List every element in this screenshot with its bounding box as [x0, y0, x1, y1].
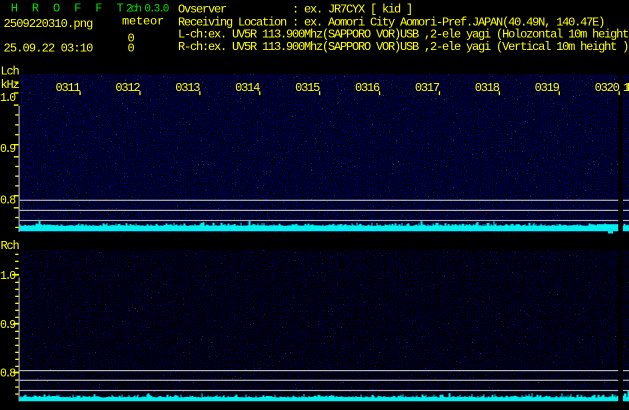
svg-text:0320: 0320	[595, 81, 620, 95]
svg-text:0312: 0312	[115, 81, 140, 95]
svg-text:Ovserver : ex. JR7CY: Ovserver : ex. JR7CYX [ kid ]	[178, 3, 412, 17]
svg-text:0314: 0314	[235, 81, 260, 95]
svg-text:0.8: 0.8	[0, 368, 16, 381]
svg-text:Rch: Rch	[1, 239, 20, 253]
svg-text:0: 0	[128, 42, 135, 56]
svg-text:0319: 0319	[535, 81, 560, 95]
svg-text:kHz: kHz	[1, 78, 20, 92]
svg-text:1.0: 1.0	[0, 270, 16, 283]
svg-text:0318: 0318	[475, 81, 500, 95]
svg-text:1.0: 1.0	[0, 92, 16, 105]
svg-text:25.09.22 03:10: 25.09.22 03:10	[4, 42, 94, 56]
svg-text:0.9: 0.9	[0, 319, 16, 332]
svg-text:0311: 0311	[55, 81, 80, 95]
svg-text:H R O F F T: H R O F F T	[11, 2, 124, 16]
svg-text:Lch: Lch	[1, 65, 20, 79]
svg-text:R-ch:ex. UV5R 113.900Mhz(SAPPO: R-ch:ex. UV5R 113.900Mhz(SAPPORO VOR)USB…	[178, 40, 628, 54]
svg-text:0316: 0316	[355, 81, 380, 95]
svg-text:2509220310.png: 2509220310.png	[4, 17, 94, 31]
svg-text:0315: 0315	[295, 81, 320, 95]
svg-text:0313: 0313	[175, 81, 200, 95]
svg-text:meteor: meteor	[122, 15, 164, 29]
svg-text:0317: 0317	[415, 81, 440, 95]
